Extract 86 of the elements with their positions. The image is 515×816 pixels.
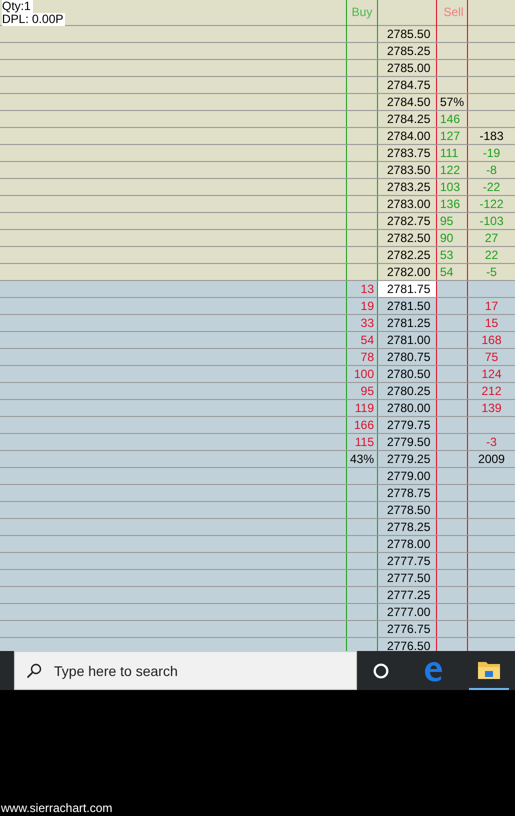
table-cell: 54 bbox=[360, 333, 374, 347]
column-header: Buy bbox=[350, 4, 374, 21]
table-cell: 2009 bbox=[478, 452, 505, 466]
browser-icon[interactable] bbox=[422, 660, 444, 682]
table-cell: 124 bbox=[481, 367, 502, 381]
price-cell: 2785.50 bbox=[387, 27, 430, 41]
price-cell: 2783.25 bbox=[387, 180, 430, 194]
table-cell: 54 bbox=[440, 265, 454, 279]
website-url: www.sierrachart.com bbox=[0, 801, 112, 816]
table-cell: -103 bbox=[479, 214, 504, 228]
price-cell: 2784.75 bbox=[387, 78, 430, 92]
price-cell: 2777.50 bbox=[387, 571, 430, 585]
price-cell: 2781.50 bbox=[387, 299, 430, 313]
table-cell: 122 bbox=[440, 163, 460, 177]
price-cell: 2785.00 bbox=[387, 61, 430, 75]
table-cell: -122 bbox=[479, 197, 504, 211]
price-cell: 2779.75 bbox=[387, 418, 430, 432]
price-cell: 2782.50 bbox=[387, 231, 430, 245]
quantity-label: Qty:1 bbox=[2, 0, 33, 13]
table-cell: 19 bbox=[360, 299, 374, 313]
table-cell: 136 bbox=[440, 197, 460, 211]
table-cell: 95 bbox=[440, 214, 454, 228]
table-cell: 103 bbox=[440, 180, 460, 194]
price-cell: 2778.75 bbox=[387, 486, 430, 500]
price-cell: 2779.50 bbox=[387, 435, 430, 449]
price-cell: 2783.00 bbox=[387, 197, 430, 211]
price-cell: 2785.25 bbox=[387, 44, 430, 58]
table-cell: -5 bbox=[486, 265, 497, 279]
circle-icon[interactable] bbox=[373, 662, 389, 678]
price-cell: 2778.00 bbox=[387, 537, 430, 551]
price-cell: 2780.50 bbox=[387, 367, 430, 381]
table-cell: 100 bbox=[354, 367, 374, 381]
table-cell: 90 bbox=[440, 231, 454, 245]
price-cell: 2780.00 bbox=[387, 401, 430, 415]
table-cell: 15 bbox=[484, 316, 498, 330]
table-cell: -183 bbox=[479, 129, 504, 143]
table-cell: -8 bbox=[486, 163, 497, 177]
table-cell: 139 bbox=[481, 401, 502, 415]
table-cell: 43% bbox=[350, 452, 374, 466]
price-cell: 2777.00 bbox=[387, 605, 430, 619]
price-cell: 2780.75 bbox=[387, 350, 430, 364]
table-cell: 75 bbox=[484, 350, 498, 364]
price-cell: 2781.25 bbox=[387, 316, 430, 330]
table-cell: 78 bbox=[360, 350, 374, 364]
price-cell: 2776.75 bbox=[387, 622, 430, 636]
price-cell: 2781.00 bbox=[387, 333, 430, 347]
column-header: Sell bbox=[442, 4, 464, 21]
table-cell: 33 bbox=[360, 316, 374, 330]
table-cell: 57% bbox=[440, 95, 464, 109]
table-cell: 166 bbox=[354, 418, 374, 432]
price-cell: 2779.25 bbox=[387, 452, 430, 466]
table-cell: -22 bbox=[482, 180, 500, 194]
price-cell: 2778.25 bbox=[387, 520, 430, 534]
table-cell: 53 bbox=[440, 248, 454, 262]
table-cell: 13 bbox=[360, 282, 374, 296]
table-cell: 111 bbox=[440, 146, 458, 160]
table-cell: 115 bbox=[354, 435, 374, 449]
price-cell: 2781.75 bbox=[387, 282, 430, 296]
table-cell: 95 bbox=[360, 384, 374, 398]
table-cell: 22 bbox=[484, 248, 498, 262]
table-cell: -3 bbox=[486, 435, 497, 449]
table-cell: 17 bbox=[484, 299, 498, 313]
table-cell: 127 bbox=[440, 129, 460, 143]
price-cell: 2782.75 bbox=[387, 214, 430, 228]
price-cell: 2783.50 bbox=[387, 163, 430, 177]
price-cell: 2784.50 bbox=[387, 95, 430, 109]
folder-icon bbox=[478, 660, 500, 678]
profit-loss-label: DPL: 0.00P bbox=[2, 13, 66, 26]
price-cell: 2776.50 bbox=[387, 639, 430, 651]
price-cell: 2779.00 bbox=[387, 469, 430, 483]
table-cell: 168 bbox=[481, 333, 502, 347]
price-cell: 2784.25 bbox=[387, 112, 430, 126]
table-cell: 146 bbox=[440, 112, 460, 126]
price-cell: 2777.25 bbox=[387, 588, 430, 602]
table-cell: 27 bbox=[484, 231, 498, 245]
table-cell: 119 bbox=[354, 401, 374, 415]
table-cell: -19 bbox=[482, 146, 500, 160]
price-cell: 2780.25 bbox=[387, 384, 430, 398]
price-cell: 2783.75 bbox=[387, 146, 430, 160]
price-cell: 2782.00 bbox=[387, 265, 430, 279]
price-cell: 2778.50 bbox=[387, 503, 430, 517]
table-cell: 212 bbox=[481, 384, 502, 398]
price-cell: 2784.00 bbox=[387, 129, 430, 143]
price-cell: 2777.75 bbox=[387, 554, 430, 568]
search-field[interactable]: Type here to search bbox=[14, 651, 357, 690]
price-cell: 2782.25 bbox=[387, 248, 430, 262]
